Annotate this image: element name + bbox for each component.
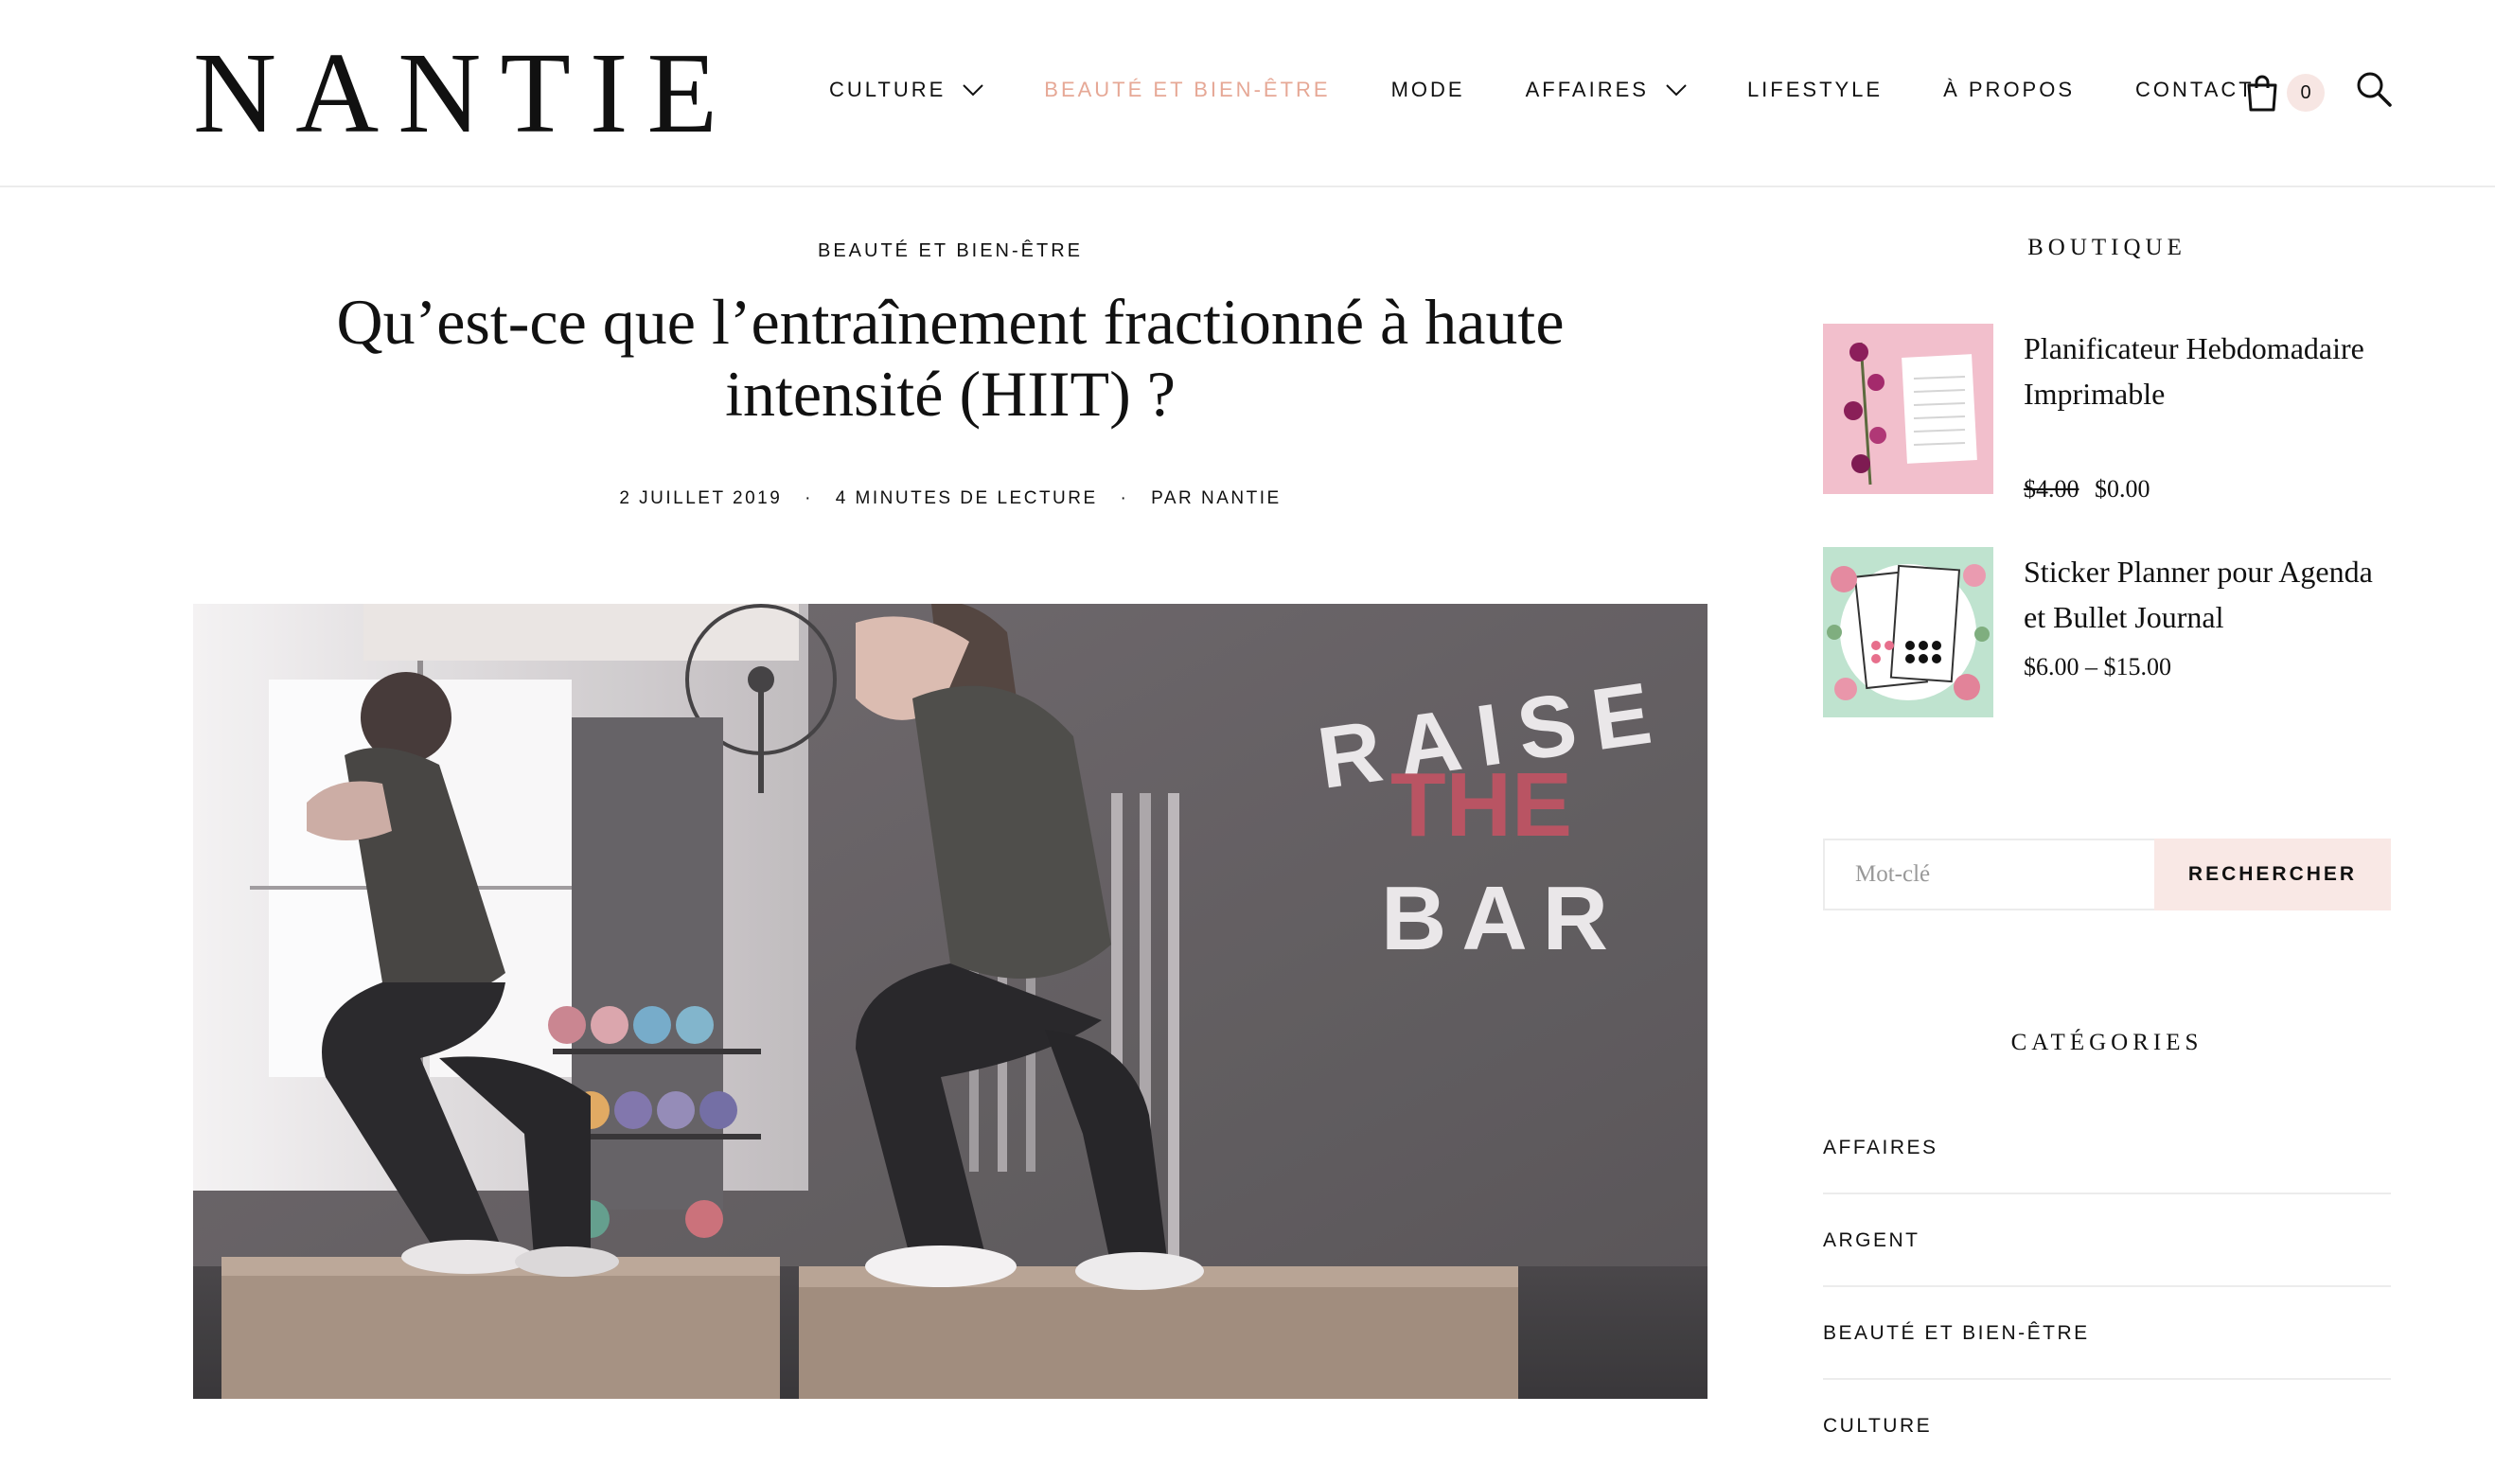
article-category[interactable]: BEAUTÉ ET BIEN-ÊTRE <box>193 240 1708 262</box>
product-name[interactable]: Sticker Planner pour Agenda et Bullet Jo… <box>2024 549 2391 640</box>
nav-item-contact[interactable]: CONTACT <box>2135 78 2255 102</box>
article-date[interactable]: 2 JUILLET 2019 <box>619 488 782 508</box>
article-title: Qu’est-ce que l’entraînement fractionné … <box>336 286 1565 430</box>
categories-list: AFFAIRES ARGENT BEAUTÉ ET BIEN-ÊTRE CULT… <box>1823 1102 2391 1473</box>
nav-item-label: CONTACT <box>2135 78 2255 101</box>
nav-item-label: BEAUTÉ ET BIEN-ÊTRE <box>1044 78 1331 101</box>
nav-item-mode[interactable]: MODE <box>1391 78 1465 102</box>
product-item[interactable]: Sticker Planner pour Agenda et Bullet Jo… <box>1823 547 2391 717</box>
chevron-down-icon <box>963 84 983 97</box>
article-read-time: 4 MINUTES DE LECTURE <box>835 488 1098 508</box>
hero-image: RAISE THE BAR <box>193 604 1708 1399</box>
shop-widget-title: BOUTIQUE <box>2027 235 2186 260</box>
category-item-argent[interactable]: ARGENT <box>1823 1194 2391 1287</box>
category-item-culture[interactable]: CULTURE <box>1823 1380 2391 1473</box>
nav-item-lifestyle[interactable]: LIFESTYLE <box>1747 78 1883 102</box>
site-logo[interactable]: NANTIE <box>193 36 736 151</box>
article-meta: 2 JUILLET 2019 · 4 MINUTES DE LECTURE · … <box>193 488 1708 509</box>
search-button[interactable]: RECHERCHER <box>2154 839 2391 910</box>
sidebar-search: Mot-clé RECHERCHER <box>1823 839 2391 910</box>
nav-item-label: AFFAIRES <box>1525 78 1649 101</box>
sticker-thumbnail-image <box>1823 547 1993 717</box>
nav-item-label: CULTURE <box>829 78 947 101</box>
category-item-beaute[interactable]: BEAUTÉ ET BIEN-ÊTRE <box>1823 1287 2391 1380</box>
meta-separator: · <box>1120 488 1129 508</box>
hero-photo-illustration: RAISE THE BAR <box>193 604 1708 1399</box>
product-thumbnail[interactable] <box>1823 324 1993 494</box>
product-current-price: $6.00 – $15.00 <box>2024 653 2171 680</box>
site-header: NANTIE CULTURE BEAUTÉ ET BIEN-ÊTRE MODE … <box>0 0 2495 187</box>
nav-item-a-propos[interactable]: À PROPOS <box>1943 78 2075 102</box>
cart-count-badge[interactable]: 0 <box>2287 74 2325 112</box>
main-nav: CULTURE BEAUTÉ ET BIEN-ÊTRE MODE AFFAIRE… <box>829 78 2315 102</box>
product-price: $6.00 – $15.00 <box>2024 653 2171 681</box>
product-name[interactable]: Planificateur Hebdomadaire Imprimable <box>2024 326 2391 416</box>
nav-item-label: LIFESTYLE <box>1746 78 1884 101</box>
search-icon[interactable] <box>2355 70 2393 108</box>
planner-thumbnail-image <box>1823 324 1993 494</box>
meta-separator: · <box>805 488 813 508</box>
product-old-price: $4.00 <box>2024 475 2079 503</box>
chevron-down-icon <box>1666 84 1687 97</box>
nav-item-label: À PROPOS <box>1943 78 2076 101</box>
nav-item-label: MODE <box>1390 78 1465 101</box>
nav-item-culture[interactable]: CULTURE <box>829 78 983 102</box>
product-item[interactable]: Planificateur Hebdomadaire Imprimable $4… <box>1823 324 2391 503</box>
categories-widget-title: CATÉGORIES <box>2010 1030 2203 1055</box>
nav-item-affaires[interactable]: AFFAIRES <box>1526 78 1687 102</box>
product-thumbnail[interactable] <box>1823 547 1993 717</box>
category-item-affaires[interactable]: AFFAIRES <box>1823 1102 2391 1194</box>
nav-item-beaute[interactable]: BEAUTÉ ET BIEN-ÊTRE <box>1044 78 1330 102</box>
article-author[interactable]: PAR NANTIE <box>1151 488 1282 508</box>
product-price: $4.00 $0.00 <box>2024 475 2150 504</box>
search-input[interactable]: Mot-clé <box>1823 839 2154 910</box>
product-current-price: $0.00 <box>2095 475 2150 503</box>
shopping-bag-icon[interactable] <box>2245 74 2279 112</box>
